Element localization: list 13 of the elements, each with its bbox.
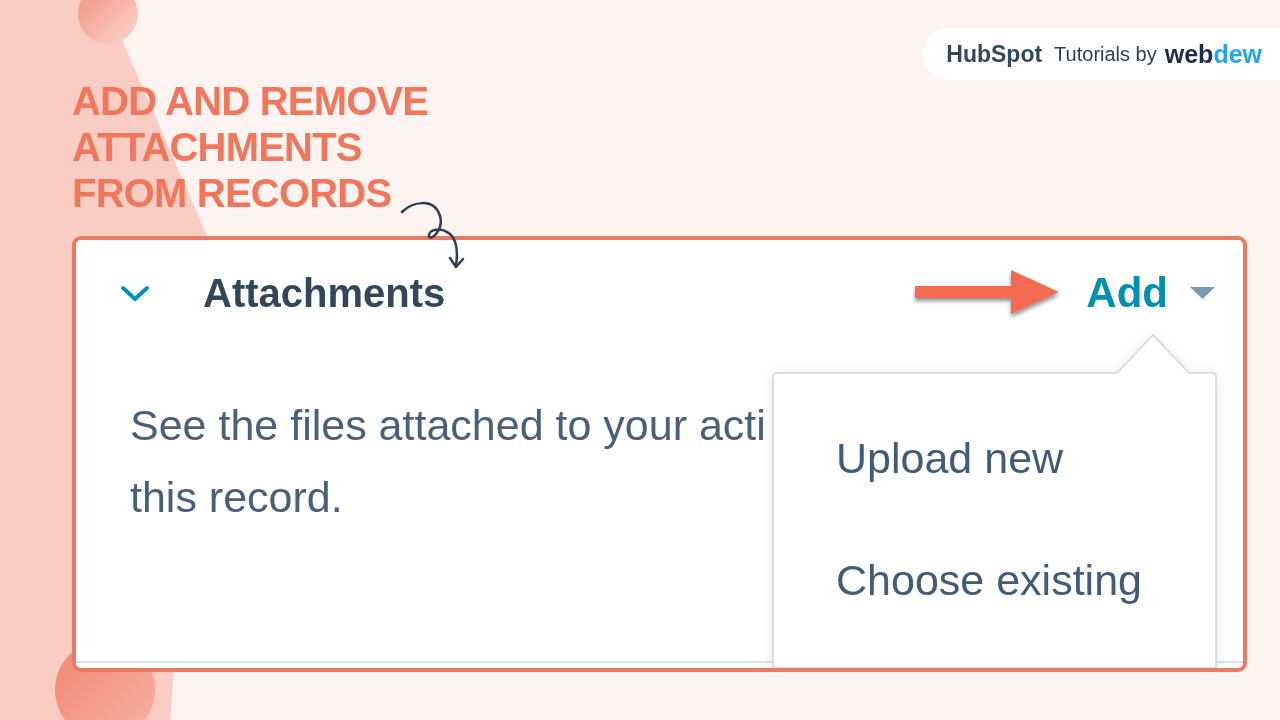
description-text: See the files attached to your acti this record.	[130, 400, 766, 523]
title-line: FROM RECORDS	[72, 170, 392, 216]
title-line: ADD AND REMOVE	[72, 78, 429, 124]
tagline-text: Tutorials by	[1054, 42, 1157, 67]
section-heading: Attachments	[203, 273, 446, 313]
title-line: ATTACHMENTS	[72, 124, 362, 170]
chevron-down-icon[interactable]	[120, 284, 150, 302]
menu-item[interactable]: Choose existing	[772, 519, 1217, 641]
add-dropdown-button[interactable]: Add	[1086, 270, 1215, 316]
partner-logo-text: webdew	[1164, 39, 1262, 69]
menu-item[interactable]: Upload new	[772, 397, 1217, 519]
brand-logo-text: HubSpot	[946, 40, 1043, 68]
caret-down-icon	[1190, 287, 1215, 299]
